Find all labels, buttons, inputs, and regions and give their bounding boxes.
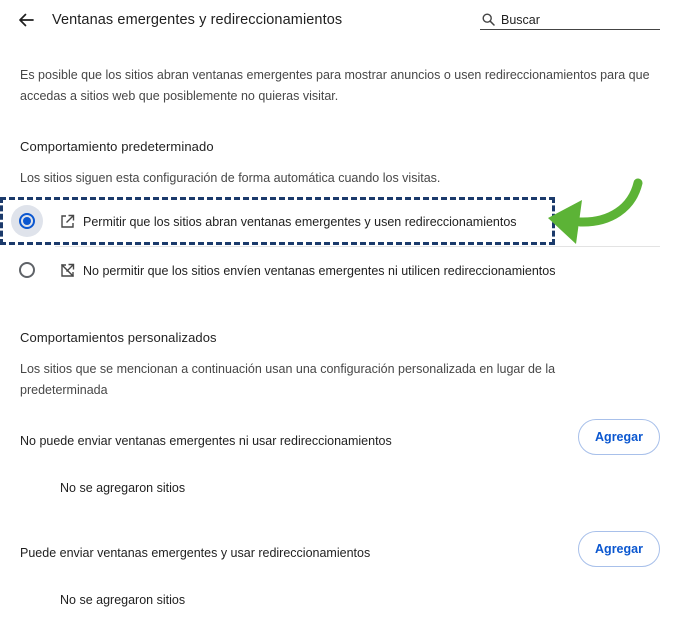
allowed-list-empty: No se agregaron sitios	[60, 593, 186, 607]
highlight-annotation-box	[0, 197, 555, 245]
default-behavior-description: Los sitios siguen esta configuración de …	[20, 171, 441, 185]
back-button[interactable]	[15, 9, 37, 31]
search-box[interactable]	[480, 10, 660, 30]
default-behavior-title: Comportamiento predeterminado	[20, 139, 214, 154]
search-input[interactable]	[501, 12, 651, 27]
radio-button-block[interactable]	[19, 262, 35, 278]
page-title: Ventanas emergentes y redireccionamiento…	[52, 12, 343, 28]
custom-behaviors-description: Los sitios que se mencionan a continuaci…	[20, 362, 556, 397]
radio-option-block[interactable]: No permitir que los sitios envíen ventan…	[0, 248, 660, 293]
green-arrow-icon	[548, 178, 643, 244]
search-icon	[482, 13, 496, 27]
allowed-list-label: Puede enviar ventanas emergentes y usar …	[20, 546, 371, 560]
blocked-list-label: No puede enviar ventanas emergentes ni u…	[20, 434, 392, 448]
popups-blocked-icon	[59, 262, 75, 278]
add-blocked-site-button[interactable]: Agregar	[578, 419, 660, 455]
settings-header: Ventanas emergentes y redireccionamiento…	[0, 0, 684, 40]
arrow-back-icon	[19, 13, 34, 27]
intro-text: Es posible que los sitios abran ventanas…	[20, 68, 650, 103]
radio-label-block: No permitir que los sitios envíen ventan…	[83, 264, 556, 278]
custom-behaviors-title: Comportamientos personalizados	[20, 330, 217, 345]
blocked-list-empty: No se agregaron sitios	[60, 481, 186, 495]
add-allowed-site-button[interactable]: Agregar	[578, 531, 660, 567]
